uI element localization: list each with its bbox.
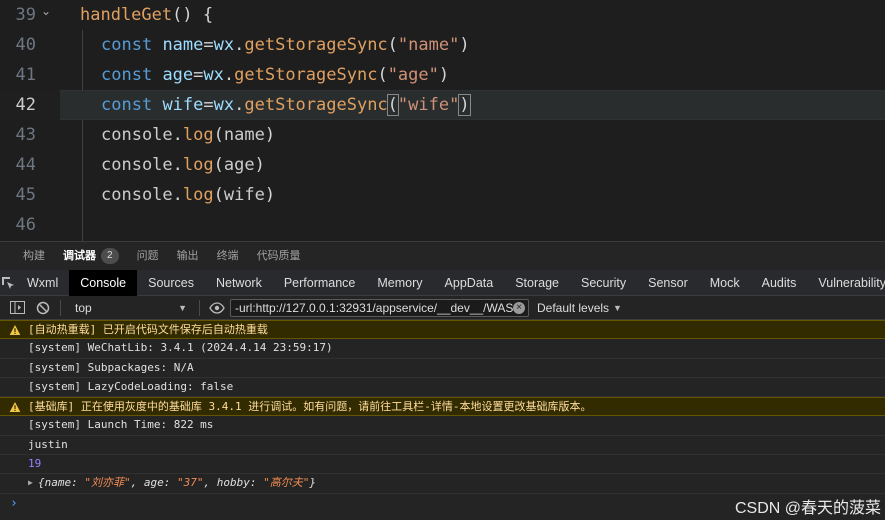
toolbar-divider xyxy=(60,299,61,316)
code-line[interactable]: 39 ⌄ handleGet() { xyxy=(0,0,885,30)
chevron-down-icon[interactable]: ⌄ xyxy=(41,4,51,18)
sidebar-toggle-icon[interactable] xyxy=(4,296,30,320)
tab-network[interactable]: Network xyxy=(205,270,273,296)
tab-sources[interactable]: Sources xyxy=(137,270,205,296)
tab-storage[interactable]: Storage xyxy=(504,270,570,296)
line-number: 42 xyxy=(15,95,36,115)
code-text: console.log(age) xyxy=(101,155,265,175)
tab-console[interactable]: Console xyxy=(69,269,138,296)
clear-console-icon[interactable] xyxy=(30,296,56,320)
console-message: [system] WeChatLib: 3.4.1 (2024.4.14 23:… xyxy=(0,339,885,359)
line-number: 39 xyxy=(15,5,36,25)
tab-memory[interactable]: Memory xyxy=(366,270,433,296)
object-preview: {name: "刘亦菲", age: "37", hobby: "高尔夫"} xyxy=(38,476,316,490)
message-text: [system] Launch Time: 822 ms xyxy=(28,418,214,432)
log-levels-dropdown[interactable]: Default levels ▼ xyxy=(529,301,622,315)
panel-tab-bar: 构建 调试器 2 问题 输出 终端 代码质量 xyxy=(0,241,885,270)
inspect-element-icon[interactable] xyxy=(0,270,16,296)
context-selector[interactable]: top ▼ xyxy=(65,296,195,320)
tab-label: 输出 xyxy=(176,249,199,262)
code-line[interactable]: 41 const age=wx.getStorageSync("age") xyxy=(0,60,885,90)
code-text: const name=wx.getStorageSync("name") xyxy=(101,35,470,55)
tab-problems[interactable]: 问题 xyxy=(128,242,168,271)
tab-appdata[interactable]: AppData xyxy=(434,270,505,296)
count-badge: 2 xyxy=(101,248,119,264)
console-object[interactable]: ▶ {name: "刘亦菲", age: "37", hobby: "高尔夫"} xyxy=(0,474,885,494)
line-number: 45 xyxy=(15,185,36,205)
console-toolbar: top ▼ -url:http://127.0.0.1:32931/appser… xyxy=(0,296,885,320)
code-text: const age=wx.getStorageSync("age") xyxy=(101,65,450,85)
message-text: [system] WeChatLib: 3.4.1 (2024.4.14 23:… xyxy=(28,341,333,355)
warning-icon xyxy=(9,402,21,413)
tab-sensor[interactable]: Sensor xyxy=(637,270,699,296)
message-text: [基础库] 正在使用灰度中的基础库 3.4.1 进行调试。如有问题，请前往工具栏… xyxy=(28,400,592,414)
tab-label: 问题 xyxy=(136,249,159,262)
tab-debugger[interactable]: 调试器 2 xyxy=(54,242,128,271)
code-editor[interactable]: 39 ⌄ handleGet() { 40 const name=wx.getS… xyxy=(0,0,885,241)
levels-label: Default levels xyxy=(537,300,610,315)
console-prompt[interactable]: › xyxy=(10,496,18,511)
line-number: 40 xyxy=(15,35,36,55)
clear-filter-icon[interactable]: × xyxy=(513,301,525,314)
tab-code-quality[interactable]: 代码质量 xyxy=(248,242,310,271)
context-value: top xyxy=(75,300,92,315)
filter-value: -url:http://127.0.0.1:32931/appservice/_… xyxy=(235,300,513,315)
code-line[interactable]: 44 console.log(age) xyxy=(0,150,885,180)
tab-performance[interactable]: Performance xyxy=(273,270,367,296)
console-warning: [自动热重载] 已开启代码文件保存后自动热重载 xyxy=(0,320,885,340)
console-message: [system] Subpackages: N/A xyxy=(0,359,885,378)
filter-input[interactable]: -url:http://127.0.0.1:32931/appservice/_… xyxy=(230,298,529,317)
message-text: justin xyxy=(28,437,68,451)
code-line[interactable]: 46 xyxy=(0,210,885,240)
code-line[interactable]: 43 console.log(name) xyxy=(0,120,885,150)
tab-label: 终端 xyxy=(216,249,239,262)
code-text: const wife=wx.getStorageSync("wife") xyxy=(101,94,471,116)
tab-audits[interactable]: Audits xyxy=(751,270,808,296)
devtools-tab-bar: Wxml Console Sources Network Performance… xyxy=(0,269,885,296)
tab-label: 调试器 xyxy=(63,249,96,262)
message-text: [system] LazyCodeLoading: false xyxy=(28,379,234,393)
line-number: 46 xyxy=(15,215,36,235)
dropdown-arrow-icon: ▼ xyxy=(613,302,622,313)
console-message: [system] Launch Time: 822 ms xyxy=(0,416,885,436)
message-text: [自动热重载] 已开启代码文件保存后自动热重载 xyxy=(28,323,268,336)
console-message: justin xyxy=(0,436,885,456)
code-text: console.log(wife) xyxy=(101,185,276,205)
line-number: 43 xyxy=(15,125,36,145)
console-message: 19 xyxy=(0,455,885,475)
eye-icon[interactable] xyxy=(204,296,230,320)
line-number: 44 xyxy=(15,155,36,175)
message-number: 19 xyxy=(28,457,42,471)
expand-arrow-icon[interactable]: ▶ xyxy=(28,474,33,492)
code-line[interactable]: 45 console.log(wife) xyxy=(0,180,885,210)
tab-build[interactable]: 构建 xyxy=(14,242,54,271)
tab-wxml[interactable]: Wxml xyxy=(16,270,69,296)
tab-security[interactable]: Security xyxy=(570,270,637,296)
tab-label: 构建 xyxy=(23,249,45,262)
console-message: [system] LazyCodeLoading: false xyxy=(0,378,885,398)
console-output[interactable]: [自动热重载] 已开启代码文件保存后自动热重载 [system] WeChatL… xyxy=(0,320,885,520)
tab-output[interactable]: 输出 xyxy=(168,242,208,271)
current-code-line[interactable]: 42 const wife=wx.getStorageSync("wife") xyxy=(0,90,885,120)
tab-vulnerability[interactable]: Vulnerability xyxy=(807,270,885,296)
code-line[interactable]: 40 const name=wx.getStorageSync("name") xyxy=(0,30,885,60)
code-text: console.log(name) xyxy=(101,125,276,145)
tab-terminal[interactable]: 终端 xyxy=(208,242,248,271)
dropdown-arrow-icon: ▼ xyxy=(178,302,187,313)
tab-mock[interactable]: Mock xyxy=(699,270,751,296)
toolbar-divider xyxy=(199,299,200,316)
code-text: handleGet() { xyxy=(80,5,214,25)
watermark: CSDN @春天的菠菜 xyxy=(734,500,881,517)
message-text: [system] Subpackages: N/A xyxy=(28,360,194,374)
tab-label: 代码质量 xyxy=(256,249,301,262)
warning-icon xyxy=(9,325,21,335)
line-number: 41 xyxy=(15,65,36,85)
console-warning: [基础库] 正在使用灰度中的基础库 3.4.1 进行调试。如有问题，请前往工具栏… xyxy=(0,397,885,417)
